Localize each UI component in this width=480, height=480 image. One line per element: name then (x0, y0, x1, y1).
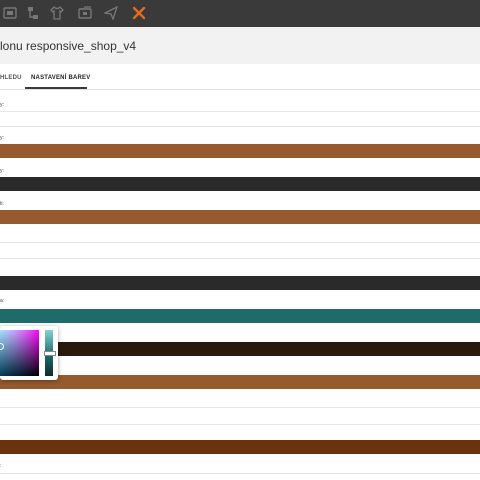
shirt-icon[interactable] (50, 6, 64, 20)
page-header: lonu responsive_shop_v4 (0, 27, 480, 65)
divider (0, 258, 480, 259)
saturation-value-area[interactable] (0, 330, 39, 376)
input-line[interactable] (0, 407, 480, 408)
top-toolbar (0, 0, 480, 27)
sitemap-icon[interactable] (3, 6, 17, 20)
color-swatch-input[interactable] (0, 375, 480, 389)
row-label: y: (0, 135, 4, 141)
hue-slider-handle[interactable] (44, 351, 56, 356)
divider (0, 126, 480, 127)
divider (0, 424, 480, 425)
input-line[interactable] (0, 111, 480, 112)
input-line[interactable] (0, 473, 480, 474)
color-swatch-input[interactable] (0, 210, 480, 224)
tab-bar: HLEDU NASTAVENÍ BAREV (0, 64, 480, 90)
row-label: : (0, 463, 2, 469)
color-swatch-input[interactable] (0, 309, 480, 323)
active-tab-indicator (25, 87, 87, 89)
tools-icon[interactable] (132, 6, 146, 20)
row-label: ti: (0, 201, 4, 207)
page-title: lonu responsive_shop_v4 (0, 39, 137, 53)
hierarchy-icon[interactable] (26, 6, 40, 20)
color-swatch-input[interactable] (0, 342, 480, 356)
color-picker-popup (0, 326, 58, 380)
color-swatch-input[interactable] (0, 440, 480, 454)
send-icon[interactable] (104, 6, 118, 20)
tab-hledu[interactable]: HLEDU (0, 75, 22, 81)
row-label: y: (0, 168, 4, 174)
color-swatch-input[interactable] (0, 276, 480, 290)
input-line[interactable] (0, 242, 480, 243)
color-swatch-input[interactable] (0, 144, 480, 158)
row-label: a: (0, 298, 5, 304)
color-swatch-input[interactable] (0, 177, 480, 191)
saturation-handle[interactable] (0, 343, 4, 350)
row-label: y: (0, 102, 4, 108)
tab-color-settings[interactable]: NASTAVENÍ BAREV (31, 75, 90, 81)
image-folder-icon[interactable] (78, 6, 92, 20)
